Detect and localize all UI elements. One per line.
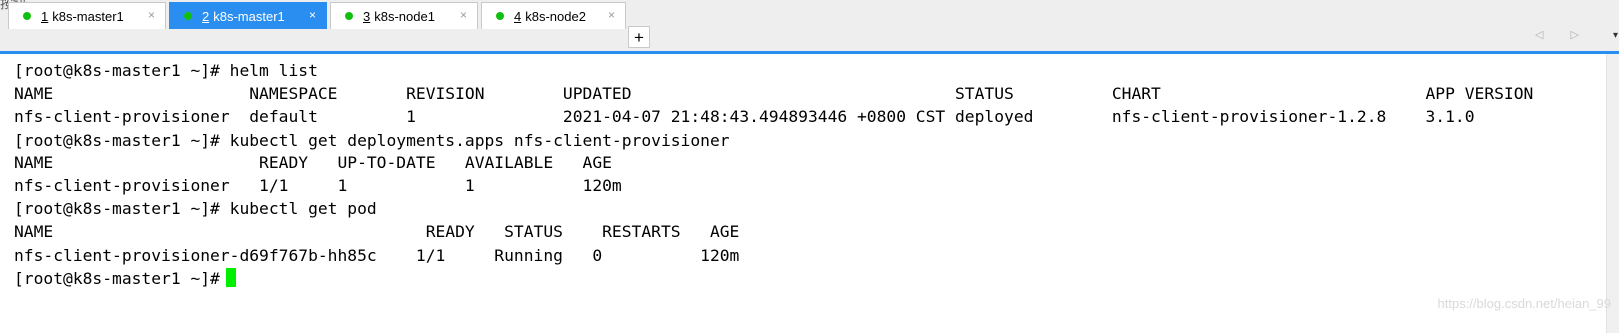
tab-number: 4: [514, 8, 522, 24]
connected-status-icon: [496, 12, 504, 20]
terminal-line: [root@k8s-master1 ~]# helm list: [14, 61, 318, 80]
terminal-line: NAME NAMESPACE REVISION UPDATED STATUS C…: [14, 84, 1534, 103]
tab-label: k8s-node2: [525, 8, 586, 24]
connected-status-icon: [23, 12, 31, 20]
terminal-line: [root@k8s-master1 ~]# kubectl get deploy…: [14, 131, 730, 150]
tab-4-k8s-node2[interactable]: 4 k8s-node2 ×: [481, 2, 626, 29]
close-tab-icon[interactable]: ×: [309, 8, 316, 22]
terminal-line: nfs-client-provisioner 1/1 1 1 120m: [14, 176, 622, 195]
terminal-line: NAME READY UP-TO-DATE AVAILABLE AGE: [14, 153, 612, 172]
tab-label: k8s-node1: [374, 8, 435, 24]
tab-number: 1: [41, 8, 49, 24]
terminal-cursor: [226, 268, 236, 287]
tab-label: k8s-master1: [52, 8, 124, 24]
terminal-line: [root@k8s-master1 ~]# kubectl get pod: [14, 199, 377, 218]
tab-label: k8s-master1: [213, 8, 285, 24]
add-tab-button[interactable]: +: [628, 26, 650, 48]
watermark-text: https://blog.csdn.net/heian_99: [1437, 296, 1611, 311]
close-tab-icon[interactable]: ×: [460, 8, 467, 22]
tab-1-k8s-master1[interactable]: 1 k8s-master1 ×: [8, 2, 166, 29]
terminal-scrollbar[interactable]: [1606, 54, 1619, 333]
terminal-line: NAME READY STATUS RESTARTS AGE: [14, 222, 740, 241]
tab-number: 3: [363, 8, 371, 24]
close-tab-icon[interactable]: ×: [608, 8, 615, 22]
connected-status-icon: [184, 12, 192, 20]
connected-status-icon: [345, 12, 353, 20]
terminal-line: nfs-client-provisioner-d69f767b-hh85c 1/…: [14, 246, 740, 265]
close-tab-icon[interactable]: ×: [148, 8, 155, 22]
tab-2-k8s-master1[interactable]: 2 k8s-master1 ×: [169, 2, 327, 29]
tab-number: 2: [202, 8, 210, 24]
terminal-prompt-line: [root@k8s-master1 ~]#: [14, 269, 230, 288]
tab-3-k8s-node1[interactable]: 3 k8s-node1 ×: [330, 2, 478, 29]
terminal-line: nfs-client-provisioner default 1 2021-04…: [14, 107, 1475, 126]
tab-menu-chevron-icon[interactable]: ▾: [1613, 30, 1618, 41]
tab-scroll-arrows-icon[interactable]: ◁ ▷: [1535, 28, 1591, 41]
